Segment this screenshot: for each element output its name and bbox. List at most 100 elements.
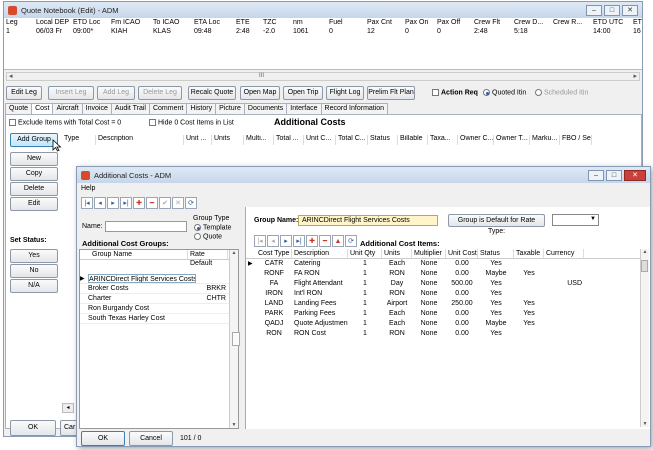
cost-col-header[interactable]: Taxa...	[428, 135, 458, 145]
item-row[interactable]: LAND Landing Fees 1 Airport None 250.00 Yes Yes	[246, 299, 649, 309]
item-row[interactable]: ▶ CATR Catering 1 Each None 0.00 Yes	[246, 259, 649, 269]
leg-col-header[interactable]: Crew Flt	[472, 18, 512, 27]
leg-col-header[interactable]: Fm ICAO	[109, 18, 151, 27]
leg-col-header[interactable]: ET	[631, 18, 642, 27]
delete-record-button[interactable]: ━	[146, 197, 158, 209]
cost-col-header[interactable]: Marku...	[530, 135, 560, 145]
status-na-button[interactable]: N/A	[10, 279, 58, 293]
add-group-button[interactable]: Add Group	[10, 133, 58, 147]
splitter-handle[interactable]	[232, 332, 240, 346]
toolbar-button-insert-leg[interactable]: Insert Leg	[48, 86, 94, 100]
delete-button[interactable]: Delete	[10, 182, 58, 196]
leg-col-header[interactable]: Pax On	[403, 18, 435, 27]
last-record-button[interactable]: ▸|	[120, 197, 132, 209]
cancel-edit-button[interactable]: ✕	[172, 197, 184, 209]
tab-record-information[interactable]: Record Information	[320, 103, 389, 114]
scheduled-itin-radio[interactable]: Scheduled Itin	[535, 89, 588, 96]
prev-record-button[interactable]: ◂	[94, 197, 106, 209]
tab-comment[interactable]: Comment	[148, 103, 188, 114]
exclude-zero-checkbox[interactable]: Exclude Items with Total Cost = 0	[9, 119, 121, 126]
leg-col-header[interactable]: ETE	[234, 18, 261, 27]
item-col-header[interactable]: Unit Qty	[348, 249, 382, 258]
group-row[interactable]: Ron Burgandy Cost	[80, 304, 238, 314]
add-record-button[interactable]: ✚	[133, 197, 145, 209]
items-delete-button[interactable]: ━	[319, 235, 331, 247]
next-record-button[interactable]: ▸	[107, 197, 119, 209]
items-scrollbar[interactable]: ▲ ▼	[640, 249, 649, 427]
cost-col-header[interactable]: Owner T...	[494, 135, 530, 145]
hide-zero-checkbox[interactable]: Hide 0 Cost Items in List	[149, 119, 234, 126]
items-up-button[interactable]: ▲	[332, 235, 344, 247]
cost-col-header[interactable]: Description	[96, 135, 184, 145]
leg-col-header[interactable]: ETA Loc	[192, 18, 234, 27]
item-col-header[interactable]: Currency	[544, 249, 584, 258]
dialog-minimize-button[interactable]: –	[588, 169, 604, 181]
quoted-itin-radio[interactable]: Quoted Itin	[483, 89, 526, 96]
items-add-button[interactable]: ✚	[306, 235, 318, 247]
name-input[interactable]	[105, 221, 187, 232]
toolbar-button-recalc-quote[interactable]: Recalc Quote	[188, 86, 236, 100]
group-row[interactable]: Charter CHTR	[80, 294, 238, 304]
cost-col-header[interactable]: Total C...	[336, 135, 368, 145]
save-record-button[interactable]: ✔	[159, 197, 171, 209]
item-col-header[interactable]: Multiplier	[412, 249, 446, 258]
toolbar-button-edit-leg[interactable]: Edit Leg	[6, 86, 42, 100]
leg-col-header[interactable]: Pax Off	[435, 18, 472, 27]
item-col-header[interactable]: Description	[292, 249, 348, 258]
scroll-left-arrow[interactable]: ◂	[9, 72, 13, 80]
group-name-input[interactable]: ARINCDirect Flight Services Costs	[298, 215, 438, 226]
leg-col-header[interactable]: Crew D...	[512, 18, 551, 27]
tab-history[interactable]: History	[186, 103, 217, 114]
maximize-button[interactable]: □	[604, 4, 620, 16]
leg-col-header[interactable]: To ICAO	[151, 18, 192, 27]
quote-radio[interactable]: Quote	[194, 233, 222, 240]
group-row[interactable]: Broker Costs BRKR	[80, 284, 238, 294]
item-col-header[interactable]: Units	[382, 249, 412, 258]
leg-col-header[interactable]: nm	[291, 18, 327, 27]
first-record-button[interactable]: |◂	[81, 197, 93, 209]
cost-col-header[interactable]: Owner C...	[458, 135, 494, 145]
items-first-button[interactable]: |◂	[254, 235, 266, 247]
tab-picture[interactable]: Picture	[215, 103, 245, 114]
close-button[interactable]: ✕	[622, 4, 638, 16]
leg-col-header[interactable]: TZC	[261, 18, 291, 27]
item-row[interactable]: FA Flight Attendant 1 Day None 500.00 Yes USD	[246, 279, 649, 289]
item-row[interactable]: RON RON Cost 1 RON None 0.00 Yes	[246, 329, 649, 339]
edit-button[interactable]: Edit	[10, 197, 58, 211]
new-button[interactable]: New	[10, 152, 58, 166]
cost-col-header[interactable]: FBO / Ser	[560, 135, 592, 145]
action-req-checkbox[interactable]: Action Req	[432, 89, 478, 96]
item-col-header[interactable]: Taxable	[514, 249, 544, 258]
horizontal-scrollbar[interactable]: ◂ III ▸	[6, 72, 640, 81]
leg-col-header[interactable]: ETD UTC	[591, 18, 631, 27]
cost-panel-scrollbar[interactable]: ◂	[62, 403, 74, 413]
toolbar-button-open-trip[interactable]: Open Trip	[283, 86, 323, 100]
tab-invoice[interactable]: Invoice	[81, 103, 112, 114]
cost-col-header[interactable]: Billable	[398, 135, 428, 145]
items-next-button[interactable]: ▸	[280, 235, 292, 247]
group-row[interactable]: ▶ ARINCDirect Flight Services Costs	[80, 274, 238, 284]
template-radio[interactable]: Template	[194, 224, 231, 231]
status-yes-button[interactable]: Yes	[10, 249, 58, 263]
dialog-ok-button[interactable]: OK	[81, 431, 125, 446]
scroll-right-arrow[interactable]: ▸	[633, 72, 637, 80]
item-row[interactable]: PARK Parking Fees 1 Each None 0.00 Yes Yes	[246, 309, 649, 319]
minimize-button[interactable]: –	[586, 4, 602, 16]
item-row[interactable]: RONF FA RON 1 RON None 0.00 Maybe Yes	[246, 269, 649, 279]
group-default-button[interactable]: Group is Default for Rate Type:	[448, 214, 545, 235]
group-col-header[interactable]: Group Name	[80, 250, 188, 259]
cost-col-header[interactable]: Multi...	[244, 135, 274, 145]
leg-col-header[interactable]: Local DEP	[34, 18, 71, 27]
main-ok-button[interactable]: OK	[10, 420, 56, 436]
rate-type-select[interactable]: ▼	[552, 214, 599, 226]
item-col-header[interactable]: Cost Type	[256, 249, 292, 258]
tab-audit-trail[interactable]: Audit Trail	[110, 103, 150, 114]
tab-quote[interactable]: Quote	[5, 103, 33, 114]
status-no-button[interactable]: No	[10, 264, 58, 278]
item-row[interactable]: QADJ Quote Adjustment 1 Each None 0.00 Maybe Ye…	[246, 319, 649, 329]
cost-col-header[interactable]: Unit C...	[304, 135, 336, 145]
toolbar-button-open-map[interactable]: Open Map	[240, 86, 280, 100]
toolbar-button-add-leg[interactable]: Add Leg	[97, 86, 135, 100]
dialog-close-button[interactable]: ✕	[624, 169, 646, 181]
leg-col-header[interactable]: Pax Cnt	[365, 18, 403, 27]
